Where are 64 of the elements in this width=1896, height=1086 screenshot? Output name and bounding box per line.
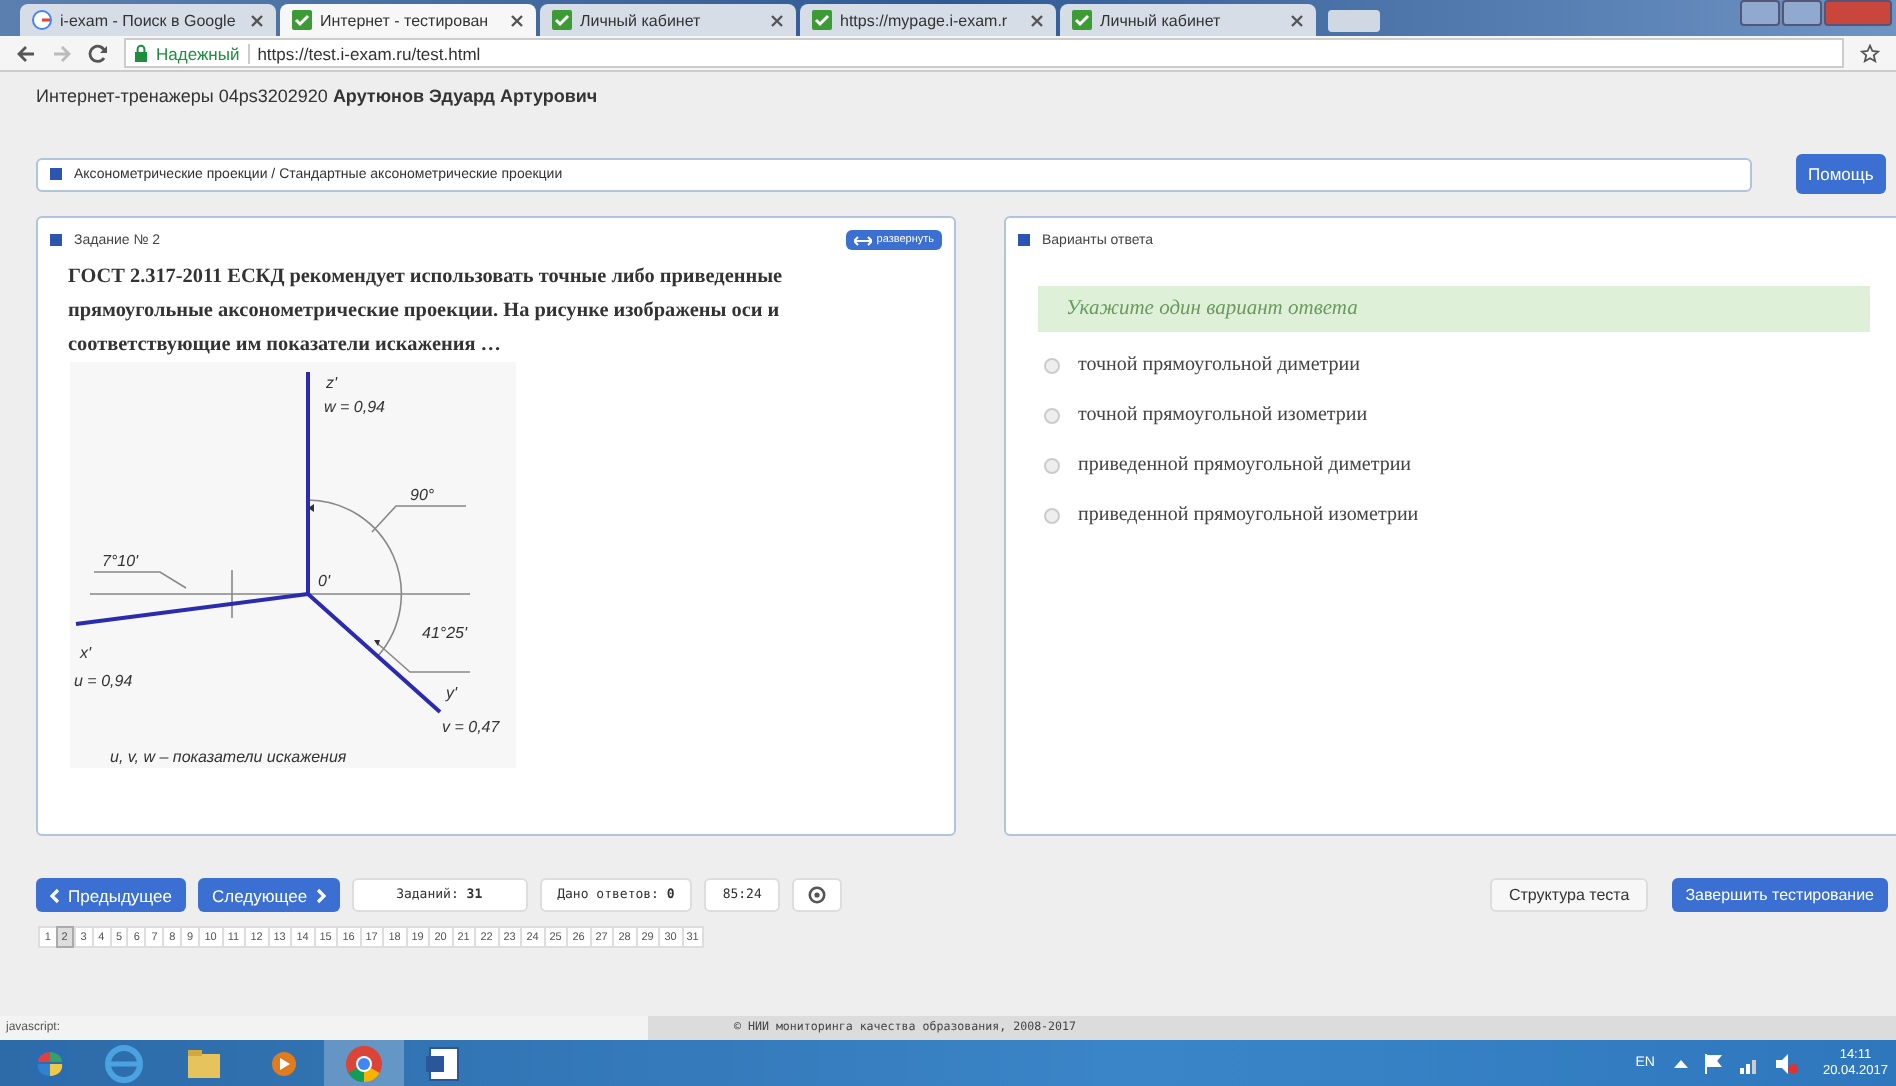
- site-icon: [1072, 10, 1092, 30]
- close-icon[interactable]: [250, 13, 264, 27]
- answer-option[interactable]: приведенной прямоугольной изометрии: [1078, 504, 1419, 526]
- radio-button[interactable]: [1044, 407, 1060, 423]
- browser-tab[interactable]: Интернет - тестирован: [280, 4, 536, 36]
- figure-label: u = 0,94: [74, 672, 133, 690]
- close-icon[interactable]: [1030, 13, 1044, 27]
- stop-icon: [807, 886, 826, 904]
- maximize-button[interactable]: [1782, 0, 1822, 26]
- figure-label: 0': [318, 572, 330, 590]
- next-button[interactable]: Следующее: [198, 878, 340, 912]
- arrows-icon: [854, 235, 873, 245]
- radio-button[interactable]: [1044, 357, 1060, 373]
- figure-label: 7°10': [102, 552, 139, 570]
- star-icon[interactable]: [1860, 43, 1880, 63]
- close-icon[interactable]: [1290, 13, 1304, 27]
- figure-label: 41°25': [422, 624, 468, 642]
- browser-tab[interactable]: Личный кабинет: [1060, 4, 1316, 36]
- flag-icon[interactable]: [1704, 1053, 1725, 1073]
- lock-icon: [134, 44, 148, 62]
- square-icon: [50, 234, 62, 246]
- back-icon[interactable]: [16, 43, 36, 63]
- reload-icon[interactable]: [88, 43, 108, 63]
- user-info: Интернет-тренажеры 04ps3202920 Арутюнов Эдуард Артурович: [36, 86, 598, 106]
- chevron-right-icon: [315, 887, 326, 903]
- site-icon: [292, 10, 312, 30]
- figure-label: w = 0,94: [324, 398, 385, 416]
- browser-tab[interactable]: i-exam - Поиск в Google: [20, 4, 276, 36]
- browser-tab[interactable]: Личный кабинет: [540, 4, 796, 36]
- structure-button[interactable]: Структура теста: [1490, 878, 1648, 912]
- figure-label: x': [80, 644, 92, 662]
- speaker-icon[interactable]: [1776, 1053, 1799, 1073]
- answer-option[interactable]: точной прямоугольной диметрии: [1078, 354, 1360, 376]
- chrome-icon[interactable]: [342, 1041, 386, 1085]
- square-icon: [1018, 234, 1030, 246]
- figure-caption: u, v, w – показатели искажения: [110, 748, 347, 766]
- figure-label: z': [326, 374, 338, 392]
- radio-button[interactable]: [1044, 507, 1060, 523]
- finish-button[interactable]: Завершить тестирование: [1671, 878, 1888, 912]
- site-icon: [552, 10, 572, 30]
- security-label: Надежный: [156, 43, 250, 63]
- close-icon[interactable]: [770, 13, 784, 27]
- figure-label: 90°: [410, 486, 435, 504]
- figure-label: v = 0,47: [442, 718, 500, 736]
- figure-label: y': [446, 684, 458, 702]
- previous-button[interactable]: Предыдущее: [36, 878, 187, 912]
- square-icon: [50, 168, 62, 180]
- timer-button[interactable]: [791, 878, 842, 912]
- answer-option[interactable]: приведенной прямоугольной диметрии: [1078, 454, 1412, 476]
- caret-up-icon[interactable]: [1674, 1058, 1689, 1068]
- browser-tab[interactable]: https://mypage.i-exam.r: [800, 4, 1056, 36]
- hint-banner: Укажите один вариант ответа: [1038, 286, 1870, 332]
- answer-option[interactable]: точной прямоугольной изометрии: [1078, 404, 1368, 426]
- address-bar[interactable]: Надежный https://test.i-exam.ru/test.html: [124, 38, 1844, 68]
- chevron-left-icon: [50, 887, 60, 903]
- help-button[interactable]: Помощь: [1796, 154, 1886, 194]
- site-icon: [812, 10, 832, 30]
- minimize-button[interactable]: [1740, 0, 1780, 26]
- url-text: https://test.i-exam.ru/test.html: [257, 43, 481, 63]
- close-icon[interactable]: [510, 13, 524, 27]
- start-button[interactable]: [28, 1041, 72, 1085]
- google-icon: [32, 10, 52, 30]
- question-text: ГОСТ 2.317-2011 ЕСКД рекомендует использовать точные либо приведенные прямоугольные аксонометрические проекции. На рисунке изображены оси и соответствующие им показатели искажения …: [66, 264, 785, 360]
- radio-button[interactable]: [1044, 457, 1060, 473]
